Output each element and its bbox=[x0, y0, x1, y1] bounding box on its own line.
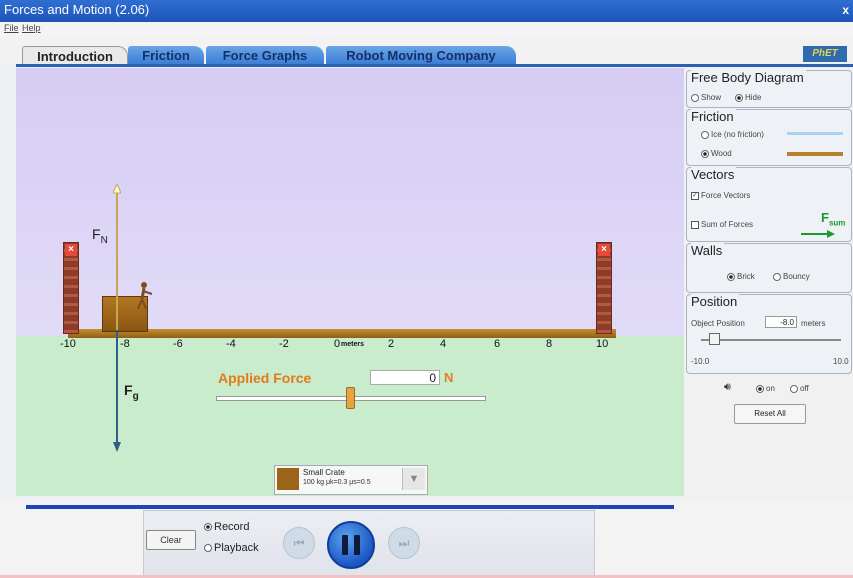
ice-swatch bbox=[787, 132, 843, 135]
tick-label: -8 bbox=[120, 338, 130, 350]
applied-force-input[interactable]: 0 bbox=[370, 370, 440, 385]
pause-icon bbox=[342, 535, 348, 555]
tab-bar: Introduction Friction Force Graphs Robot… bbox=[0, 36, 853, 66]
pause-button[interactable] bbox=[327, 521, 375, 569]
menu-file[interactable]: File bbox=[4, 23, 19, 33]
right-brick-wall: × bbox=[596, 242, 612, 334]
tab-friction[interactable]: Friction bbox=[128, 46, 204, 65]
position-unit: meters bbox=[801, 319, 826, 328]
friction-ice-option[interactable]: Ice (no friction) bbox=[701, 130, 764, 139]
chevron-down-icon[interactable]: ▼ bbox=[402, 468, 425, 490]
walls-bouncy-option[interactable]: Bouncy bbox=[773, 272, 810, 281]
window-title: Forces and Motion (2.06) bbox=[4, 2, 150, 17]
phet-logo: PhET bbox=[803, 46, 847, 62]
tick-label: 10 bbox=[596, 338, 609, 350]
panel-title: Free Body Diagram bbox=[691, 70, 806, 85]
position-panel: Position Object Position -8.0 meters -10… bbox=[686, 294, 852, 374]
left-brick-wall: × bbox=[63, 242, 79, 334]
tick-label: 2 bbox=[388, 338, 395, 350]
playback-option[interactable]: Playback bbox=[204, 542, 259, 554]
object-name: Small Crate bbox=[303, 468, 345, 477]
walls-brick-option[interactable]: Brick bbox=[727, 272, 755, 281]
rewind-button[interactable]: ⏮ bbox=[283, 527, 315, 559]
tick-label: -6 bbox=[173, 338, 183, 350]
reset-all-button[interactable]: Reset All bbox=[734, 404, 806, 424]
tick-label: 4 bbox=[440, 338, 447, 350]
sum-arrow-icon bbox=[801, 230, 835, 238]
position-label: Object Position bbox=[691, 319, 745, 328]
tick-label: -10 bbox=[60, 338, 76, 350]
tab-introduction[interactable]: Introduction bbox=[22, 46, 128, 66]
close-button[interactable]: x bbox=[842, 3, 849, 17]
position-max: 10.0 bbox=[833, 357, 849, 366]
applied-force-slider-thumb[interactable] bbox=[346, 387, 355, 409]
tab-divider bbox=[16, 64, 853, 67]
pusher-figure-icon bbox=[137, 282, 153, 310]
friction-panel: Friction Ice (no friction) Wood bbox=[686, 109, 852, 166]
record-option[interactable]: Record bbox=[204, 521, 249, 533]
fbd-show-option[interactable]: Show bbox=[691, 93, 721, 102]
normal-force-arrow-icon bbox=[113, 184, 121, 330]
clear-button[interactable]: Clear bbox=[146, 530, 196, 550]
playback-timeline[interactable] bbox=[26, 505, 674, 509]
applied-force-unit: N bbox=[444, 370, 454, 385]
menu-bar: File Help bbox=[0, 22, 853, 36]
tick-label: 6 bbox=[494, 338, 501, 350]
wooden-plank bbox=[68, 329, 616, 338]
wood-swatch bbox=[787, 152, 843, 156]
tick-label: 8 bbox=[546, 338, 553, 350]
tick-label: 0 bbox=[334, 338, 341, 350]
panel-title: Position bbox=[691, 294, 740, 309]
object-selector[interactable]: Small Crate 100 kg μk=0.3 μs=0.5 ▼ bbox=[274, 465, 428, 495]
unit-label: meters bbox=[341, 341, 364, 348]
gravity-force-label: Fg bbox=[124, 382, 139, 402]
sound-on-option[interactable]: on bbox=[756, 384, 775, 393]
panel-title: Vectors bbox=[691, 167, 737, 182]
panel-title: Walls bbox=[691, 243, 725, 258]
free-body-diagram-panel: Free Body Diagram Show Hide bbox=[686, 70, 852, 108]
speaker-icon: 🔊︎ bbox=[724, 381, 731, 393]
tab-force-graphs[interactable]: Force Graphs bbox=[206, 46, 324, 65]
menu-help[interactable]: Help bbox=[22, 23, 41, 33]
play-area: × × -10 -8 -6 -4 -2 0 meters 2 4 6 8 10 … bbox=[16, 68, 686, 496]
tick-label: -2 bbox=[279, 338, 289, 350]
crate-icon bbox=[277, 468, 299, 490]
wall-close-icon[interactable]: × bbox=[65, 244, 77, 256]
friction-wood-option[interactable]: Wood bbox=[701, 149, 732, 158]
position-input[interactable]: -8.0 bbox=[765, 316, 797, 328]
walls-panel: Walls Brick Bouncy bbox=[686, 243, 852, 293]
vectors-panel: Vectors ✓ Force Vectors Sum of Forces Fsu… bbox=[686, 167, 852, 242]
sum-force-label: Fsum bbox=[821, 210, 846, 228]
panel-title: Friction bbox=[691, 109, 736, 124]
object-properties: 100 kg μk=0.3 μs=0.5 bbox=[303, 479, 371, 486]
control-panel: Free Body Diagram Show Hide Friction Ice… bbox=[684, 68, 853, 498]
title-bar: Forces and Motion (2.06) x bbox=[0, 0, 853, 22]
tab-robot-moving-company[interactable]: Robot Moving Company bbox=[326, 46, 516, 65]
tick-label: -4 bbox=[226, 338, 236, 350]
wall-close-icon[interactable]: × bbox=[598, 244, 610, 256]
applied-force-label: Applied Force bbox=[218, 370, 312, 386]
gravity-force-arrow-icon bbox=[113, 330, 121, 452]
normal-force-label: FN bbox=[92, 226, 108, 246]
sound-off-option[interactable]: off bbox=[790, 384, 809, 393]
force-vectors-checkbox[interactable]: ✓ Force Vectors bbox=[691, 191, 750, 200]
position-slider-track[interactable] bbox=[701, 339, 841, 341]
fbd-hide-option[interactable]: Hide bbox=[735, 93, 761, 102]
position-slider-thumb[interactable] bbox=[709, 333, 720, 345]
position-min: -10.0 bbox=[691, 357, 710, 366]
step-forward-button[interactable]: ⏭ bbox=[388, 527, 420, 559]
sum-of-forces-checkbox[interactable]: Sum of Forces bbox=[691, 220, 753, 229]
